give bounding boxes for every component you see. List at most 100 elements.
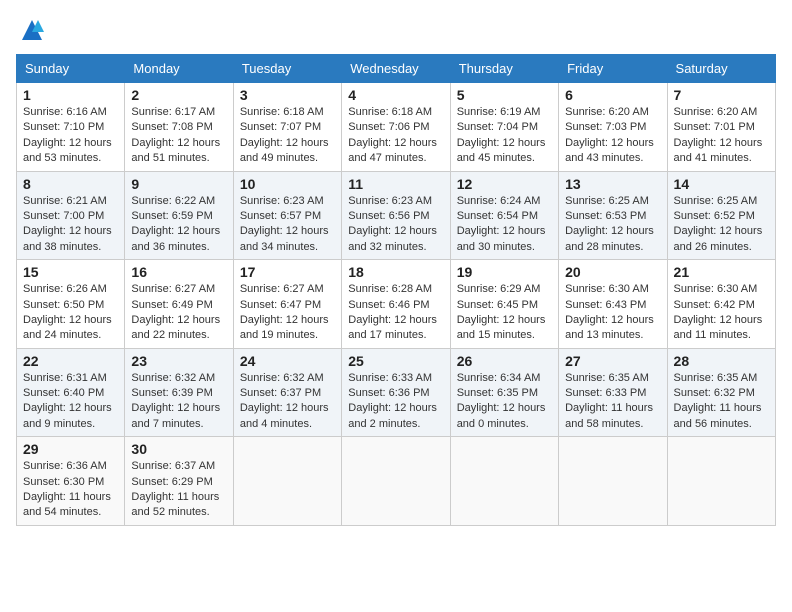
calendar-cell: 20 Sunrise: 6:30 AMSunset: 6:43 PMDaylig… — [559, 260, 667, 349]
calendar-cell: 28 Sunrise: 6:35 AMSunset: 6:32 PMDaylig… — [667, 348, 775, 437]
day-number: 10 — [240, 176, 335, 192]
calendar-cell — [559, 437, 667, 526]
calendar-week-row: 8 Sunrise: 6:21 AMSunset: 7:00 PMDayligh… — [17, 171, 776, 260]
page-header — [16, 16, 776, 44]
cell-content: Sunrise: 6:29 AMSunset: 6:45 PMDaylight:… — [457, 283, 546, 341]
day-number: 8 — [23, 176, 118, 192]
day-number: 16 — [131, 264, 226, 280]
cell-content: Sunrise: 6:33 AMSunset: 6:36 PMDaylight:… — [348, 372, 437, 430]
weekday-header-monday: Monday — [125, 55, 233, 83]
calendar-cell: 21 Sunrise: 6:30 AMSunset: 6:42 PMDaylig… — [667, 260, 775, 349]
calendar-cell: 2 Sunrise: 6:17 AMSunset: 7:08 PMDayligh… — [125, 83, 233, 172]
day-number: 21 — [674, 264, 769, 280]
cell-content: Sunrise: 6:22 AMSunset: 6:59 PMDaylight:… — [131, 195, 220, 253]
cell-content: Sunrise: 6:35 AMSunset: 6:33 PMDaylight:… — [565, 372, 653, 430]
weekday-header-friday: Friday — [559, 55, 667, 83]
weekday-header-thursday: Thursday — [450, 55, 558, 83]
cell-content: Sunrise: 6:31 AMSunset: 6:40 PMDaylight:… — [23, 372, 112, 430]
day-number: 14 — [674, 176, 769, 192]
cell-content: Sunrise: 6:36 AMSunset: 6:30 PMDaylight:… — [23, 460, 111, 518]
cell-content: Sunrise: 6:16 AMSunset: 7:10 PMDaylight:… — [23, 106, 112, 164]
calendar-cell: 24 Sunrise: 6:32 AMSunset: 6:37 PMDaylig… — [233, 348, 341, 437]
cell-content: Sunrise: 6:32 AMSunset: 6:37 PMDaylight:… — [240, 372, 329, 430]
calendar-cell: 8 Sunrise: 6:21 AMSunset: 7:00 PMDayligh… — [17, 171, 125, 260]
calendar-week-row: 22 Sunrise: 6:31 AMSunset: 6:40 PMDaylig… — [17, 348, 776, 437]
calendar-week-row: 29 Sunrise: 6:36 AMSunset: 6:30 PMDaylig… — [17, 437, 776, 526]
day-number: 28 — [674, 353, 769, 369]
calendar-cell: 14 Sunrise: 6:25 AMSunset: 6:52 PMDaylig… — [667, 171, 775, 260]
calendar-cell: 29 Sunrise: 6:36 AMSunset: 6:30 PMDaylig… — [17, 437, 125, 526]
calendar-cell — [233, 437, 341, 526]
day-number: 29 — [23, 441, 118, 457]
calendar-cell: 13 Sunrise: 6:25 AMSunset: 6:53 PMDaylig… — [559, 171, 667, 260]
calendar-cell: 5 Sunrise: 6:19 AMSunset: 7:04 PMDayligh… — [450, 83, 558, 172]
cell-content: Sunrise: 6:20 AMSunset: 7:01 PMDaylight:… — [674, 106, 763, 164]
cell-content: Sunrise: 6:21 AMSunset: 7:00 PMDaylight:… — [23, 195, 112, 253]
calendar-cell: 23 Sunrise: 6:32 AMSunset: 6:39 PMDaylig… — [125, 348, 233, 437]
calendar-week-row: 1 Sunrise: 6:16 AMSunset: 7:10 PMDayligh… — [17, 83, 776, 172]
cell-content: Sunrise: 6:25 AMSunset: 6:52 PMDaylight:… — [674, 195, 763, 253]
day-number: 15 — [23, 264, 118, 280]
calendar-cell: 15 Sunrise: 6:26 AMSunset: 6:50 PMDaylig… — [17, 260, 125, 349]
day-number: 27 — [565, 353, 660, 369]
cell-content: Sunrise: 6:23 AMSunset: 6:57 PMDaylight:… — [240, 195, 329, 253]
cell-content: Sunrise: 6:37 AMSunset: 6:29 PMDaylight:… — [131, 460, 219, 518]
weekday-header-saturday: Saturday — [667, 55, 775, 83]
day-number: 4 — [348, 87, 443, 103]
cell-content: Sunrise: 6:20 AMSunset: 7:03 PMDaylight:… — [565, 106, 654, 164]
day-number: 26 — [457, 353, 552, 369]
cell-content: Sunrise: 6:30 AMSunset: 6:43 PMDaylight:… — [565, 283, 654, 341]
calendar-header-row: SundayMondayTuesdayWednesdayThursdayFrid… — [17, 55, 776, 83]
calendar-cell: 25 Sunrise: 6:33 AMSunset: 6:36 PMDaylig… — [342, 348, 450, 437]
day-number: 17 — [240, 264, 335, 280]
calendar-cell: 7 Sunrise: 6:20 AMSunset: 7:01 PMDayligh… — [667, 83, 775, 172]
calendar-cell — [667, 437, 775, 526]
day-number: 11 — [348, 176, 443, 192]
day-number: 30 — [131, 441, 226, 457]
cell-content: Sunrise: 6:28 AMSunset: 6:46 PMDaylight:… — [348, 283, 437, 341]
calendar-week-row: 15 Sunrise: 6:26 AMSunset: 6:50 PMDaylig… — [17, 260, 776, 349]
calendar-cell: 1 Sunrise: 6:16 AMSunset: 7:10 PMDayligh… — [17, 83, 125, 172]
day-number: 25 — [348, 353, 443, 369]
cell-content: Sunrise: 6:17 AMSunset: 7:08 PMDaylight:… — [131, 106, 220, 164]
cell-content: Sunrise: 6:35 AMSunset: 6:32 PMDaylight:… — [674, 372, 762, 430]
cell-content: Sunrise: 6:32 AMSunset: 6:39 PMDaylight:… — [131, 372, 220, 430]
calendar-cell: 4 Sunrise: 6:18 AMSunset: 7:06 PMDayligh… — [342, 83, 450, 172]
cell-content: Sunrise: 6:24 AMSunset: 6:54 PMDaylight:… — [457, 195, 546, 253]
calendar-cell: 18 Sunrise: 6:28 AMSunset: 6:46 PMDaylig… — [342, 260, 450, 349]
calendar-cell — [450, 437, 558, 526]
day-number: 20 — [565, 264, 660, 280]
cell-content: Sunrise: 6:27 AMSunset: 6:47 PMDaylight:… — [240, 283, 329, 341]
day-number: 9 — [131, 176, 226, 192]
cell-content: Sunrise: 6:25 AMSunset: 6:53 PMDaylight:… — [565, 195, 654, 253]
day-number: 22 — [23, 353, 118, 369]
calendar-cell: 30 Sunrise: 6:37 AMSunset: 6:29 PMDaylig… — [125, 437, 233, 526]
cell-content: Sunrise: 6:26 AMSunset: 6:50 PMDaylight:… — [23, 283, 112, 341]
day-number: 6 — [565, 87, 660, 103]
day-number: 19 — [457, 264, 552, 280]
calendar-cell — [342, 437, 450, 526]
cell-content: Sunrise: 6:18 AMSunset: 7:07 PMDaylight:… — [240, 106, 329, 164]
calendar-cell: 19 Sunrise: 6:29 AMSunset: 6:45 PMDaylig… — [450, 260, 558, 349]
cell-content: Sunrise: 6:34 AMSunset: 6:35 PMDaylight:… — [457, 372, 546, 430]
day-number: 3 — [240, 87, 335, 103]
calendar-cell: 11 Sunrise: 6:23 AMSunset: 6:56 PMDaylig… — [342, 171, 450, 260]
day-number: 5 — [457, 87, 552, 103]
day-number: 12 — [457, 176, 552, 192]
day-number: 24 — [240, 353, 335, 369]
calendar-cell: 3 Sunrise: 6:18 AMSunset: 7:07 PMDayligh… — [233, 83, 341, 172]
calendar-cell: 12 Sunrise: 6:24 AMSunset: 6:54 PMDaylig… — [450, 171, 558, 260]
logo — [16, 16, 46, 44]
weekday-header-tuesday: Tuesday — [233, 55, 341, 83]
calendar-cell: 27 Sunrise: 6:35 AMSunset: 6:33 PMDaylig… — [559, 348, 667, 437]
cell-content: Sunrise: 6:30 AMSunset: 6:42 PMDaylight:… — [674, 283, 763, 341]
day-number: 13 — [565, 176, 660, 192]
calendar-cell: 6 Sunrise: 6:20 AMSunset: 7:03 PMDayligh… — [559, 83, 667, 172]
weekday-header-sunday: Sunday — [17, 55, 125, 83]
cell-content: Sunrise: 6:23 AMSunset: 6:56 PMDaylight:… — [348, 195, 437, 253]
weekday-header-wednesday: Wednesday — [342, 55, 450, 83]
cell-content: Sunrise: 6:19 AMSunset: 7:04 PMDaylight:… — [457, 106, 546, 164]
calendar-cell: 26 Sunrise: 6:34 AMSunset: 6:35 PMDaylig… — [450, 348, 558, 437]
calendar-cell: 22 Sunrise: 6:31 AMSunset: 6:40 PMDaylig… — [17, 348, 125, 437]
day-number: 2 — [131, 87, 226, 103]
